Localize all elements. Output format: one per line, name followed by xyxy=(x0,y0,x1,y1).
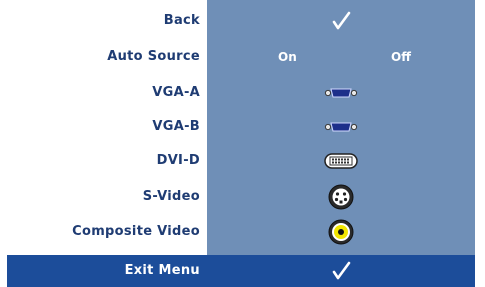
menu-item-vga-a[interactable]: VGA-A xyxy=(0,76,485,110)
menu-item-value xyxy=(207,110,475,144)
menu-item-label: S-Video xyxy=(142,189,200,204)
vga-port-icon xyxy=(324,88,358,98)
menu-item-label: Auto Source xyxy=(107,49,200,64)
menu-item-label: VGA-B xyxy=(152,119,200,134)
menu-item-label: Composite Video xyxy=(72,224,200,239)
menu-item-value: On Off xyxy=(207,40,475,74)
s-video-port-icon xyxy=(328,184,354,210)
checkmark-icon xyxy=(332,261,351,280)
vga-port-icon xyxy=(324,122,358,132)
menu-item-label: Exit Menu xyxy=(124,263,200,278)
menu-item-value xyxy=(207,144,475,178)
auto-source-on-option[interactable]: On xyxy=(278,40,297,74)
menu-item-value xyxy=(207,215,475,249)
menu-item-label: Back xyxy=(163,13,200,28)
menu-item-label: VGA-A xyxy=(152,85,200,100)
input-select-menu: Back Auto Source On Off VGA-A VGA-B DVI-… xyxy=(0,0,485,287)
auto-source-off-option[interactable]: Off xyxy=(391,40,411,74)
menu-item-s-video[interactable]: S-Video xyxy=(0,180,485,214)
menu-item-vga-b[interactable]: VGA-B xyxy=(0,110,485,144)
menu-item-value xyxy=(207,76,475,110)
checkmark-icon xyxy=(332,11,351,30)
menu-item-label: DVI-D xyxy=(156,153,200,168)
menu-item-value xyxy=(207,4,475,38)
menu-item-auto-source[interactable]: Auto Source On Off xyxy=(0,40,485,74)
menu-item-back[interactable]: Back xyxy=(0,4,485,38)
menu-item-exit[interactable]: Exit Menu xyxy=(7,255,475,287)
dvi-port-icon xyxy=(324,153,358,169)
menu-item-value xyxy=(207,180,475,214)
menu-item-composite-video[interactable]: Composite Video xyxy=(0,215,485,249)
composite-video-port-icon xyxy=(328,219,354,245)
menu-item-dvi-d[interactable]: DVI-D xyxy=(0,144,485,178)
